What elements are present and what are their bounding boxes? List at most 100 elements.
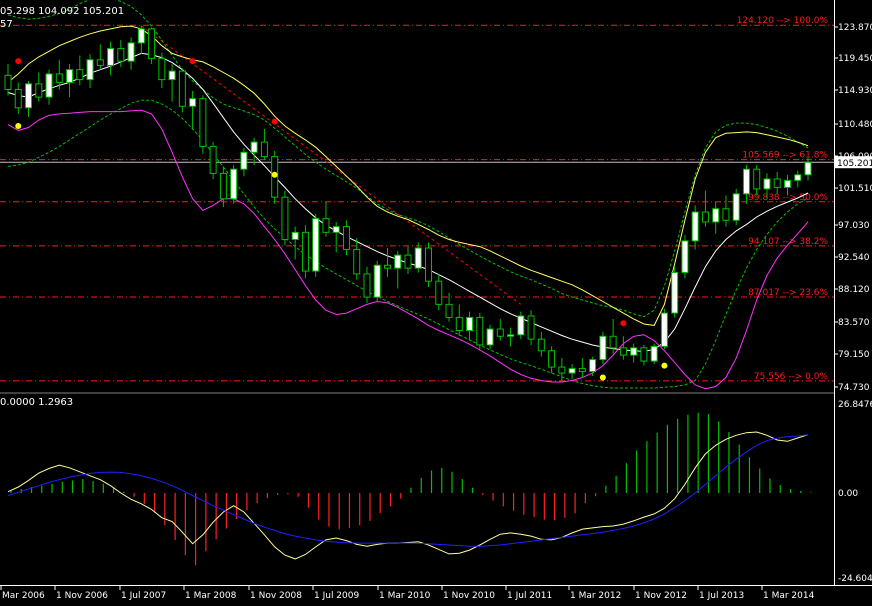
candle-down: [4, 74, 12, 91]
oscillator-pane: [7, 412, 812, 566]
candle-up: [466, 316, 474, 331]
candle-up: [332, 226, 340, 233]
chart-canvas: 124.120 --> 100.0%105.569 --> 61.8%99.83…: [0, 0, 872, 601]
candle-up: [712, 208, 720, 223]
candle-down: [14, 89, 22, 109]
candle-down: [455, 316, 463, 331]
time-axis-label: 1 Nov 2008: [250, 591, 302, 601]
candle-down: [260, 141, 268, 158]
price-axis-label: 123.870: [838, 23, 872, 33]
price-axis-label: 88.120: [838, 285, 870, 295]
price-axis-label: 74.730: [838, 383, 870, 393]
fib-level-label: 75.556 --> 0.0%: [754, 372, 829, 382]
oscillator-header-values: 0.0000 1.2963: [0, 397, 74, 408]
price-axis-label: 79.150: [838, 350, 870, 360]
upper_env-line: [7, 25, 809, 326]
candle-up: [189, 98, 197, 107]
time-axis-label: 1 Mar 2012: [570, 591, 621, 601]
time-axis-label: 1 Nov 2010: [443, 591, 495, 601]
candle-up: [250, 141, 258, 153]
candle-up: [45, 73, 53, 98]
fractal-high-dot: [271, 118, 278, 125]
candle-up: [517, 315, 525, 336]
candle-down: [383, 264, 391, 269]
candle-down: [476, 316, 484, 346]
candle-up: [86, 59, 94, 81]
candle-up: [681, 240, 689, 273]
candle-up: [742, 168, 750, 195]
candle-down: [281, 196, 289, 240]
candle-down: [219, 172, 227, 200]
candle-up: [794, 174, 802, 181]
candle-up: [507, 334, 515, 337]
candle-down: [178, 70, 186, 107]
time-axis-label: 1 Mar 2010: [379, 591, 431, 601]
candle-up: [394, 254, 402, 269]
time-axis-label: 1 Jul 2007: [121, 591, 166, 601]
candle-up: [486, 328, 494, 346]
price-axis-label: 101.510: [838, 184, 872, 194]
candle-down: [209, 145, 217, 174]
candle-down: [619, 347, 627, 356]
candle-up: [107, 48, 115, 66]
oscillator-axis-label: 26.8476: [838, 400, 872, 410]
fib-level-label: 87.017 --> 23.6%: [748, 288, 828, 298]
candle-up: [671, 271, 679, 314]
fractal-high-dot: [620, 320, 627, 327]
candle-down: [609, 335, 617, 349]
time-axis-label: 1 Jul 2009: [314, 591, 359, 601]
candle-down: [353, 248, 361, 275]
fractal-high-dot: [189, 58, 196, 65]
candle-up: [599, 335, 607, 361]
candle-down: [445, 303, 453, 318]
candle-down: [55, 73, 63, 83]
price-axis-label: 114.930: [838, 86, 872, 96]
price-header-period: 57: [0, 19, 13, 30]
candle-up: [137, 28, 145, 44]
candle-down: [158, 57, 166, 81]
time-axis-label: 1 Jul 2013: [699, 591, 744, 601]
candle-down: [640, 347, 648, 362]
candle-up: [691, 211, 699, 242]
candle-up: [240, 151, 248, 170]
time-axis-label: 1 Jul 2011: [507, 591, 552, 601]
candle-down: [537, 338, 545, 352]
candle-down: [342, 226, 350, 250]
price-axis-label: 119.450: [838, 54, 872, 64]
candle-up: [763, 178, 771, 190]
time-axis-label: 1 Nov 2012: [635, 591, 687, 601]
candle-up: [230, 168, 238, 200]
fractal-low-dot: [15, 123, 22, 130]
candle-up: [589, 359, 597, 373]
candle-up: [630, 347, 638, 356]
price-axis-label: 97.030: [838, 221, 870, 231]
oscillator-axis-label: -24.6047: [838, 574, 872, 584]
candle-down: [773, 178, 781, 188]
current-price-label: 105.201: [837, 159, 872, 169]
fractal-low-dot: [271, 171, 278, 178]
fib-level-label: 94.107 --> 38.2%: [748, 237, 828, 247]
candle-down: [425, 247, 433, 282]
candle-down: [496, 328, 504, 337]
candle-up: [783, 179, 791, 188]
price-header-values: 05.298 104.092 105.201: [0, 6, 125, 17]
candle-up: [568, 368, 576, 374]
price-axis-label: 110.480: [838, 120, 872, 130]
time-axis-label: 1 Mar 2014: [763, 591, 815, 601]
candle-up: [291, 231, 299, 240]
candle-down: [301, 231, 309, 272]
candle-down: [35, 83, 43, 98]
candle-down: [548, 350, 556, 368]
candle-down: [527, 315, 535, 340]
price-axis-label: 83.570: [838, 318, 870, 328]
fractal-low-dot: [661, 362, 668, 369]
candle-up: [373, 264, 381, 298]
candle-down: [199, 98, 207, 147]
time-axis-label: 1 Nov 2006: [56, 591, 108, 601]
candle-down: [701, 211, 709, 223]
candle-down: [96, 59, 104, 66]
candle-down: [722, 208, 730, 221]
candle-up: [650, 345, 658, 362]
trend-line: [141, 25, 522, 305]
candle-down: [435, 280, 443, 305]
